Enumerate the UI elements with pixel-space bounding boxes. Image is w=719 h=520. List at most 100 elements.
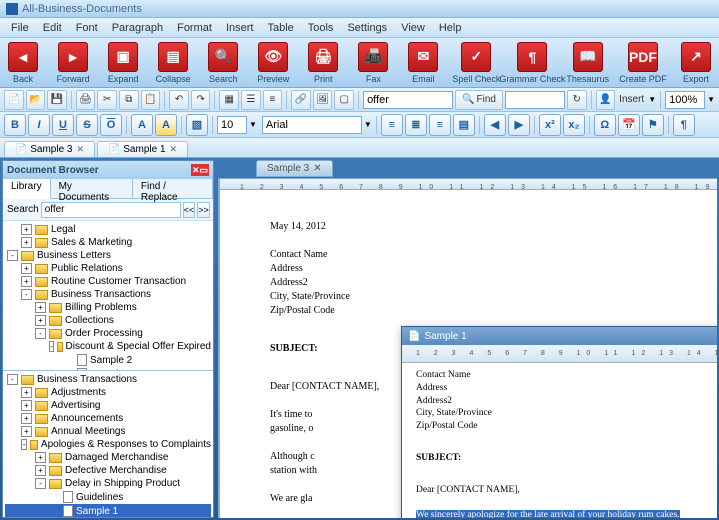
replace-input[interactable] <box>505 91 565 109</box>
fontsize-input[interactable] <box>217 116 247 134</box>
browser-tab-library[interactable]: Library <box>3 179 51 199</box>
menu-paragraph[interactable]: Paragraph <box>105 20 170 36</box>
tree-node[interactable]: +Billing Problems <box>5 301 211 314</box>
export-button[interactable]: ↗Export <box>677 42 715 84</box>
create-pdf-button[interactable]: PDFCreate PDF <box>621 42 665 84</box>
tree-node[interactable]: Sample 2 <box>5 353 211 367</box>
sample1-titlebar[interactable]: 📄 Sample 1 <box>402 327 717 345</box>
print-icon[interactable]: 🖨 <box>76 90 96 110</box>
tree-node[interactable]: +Collections <box>5 314 211 327</box>
bullets-icon[interactable]: ☰ <box>241 90 261 110</box>
menu-edit[interactable]: Edit <box>36 20 69 36</box>
tab-sample-1[interactable]: 📄 Sample 1 ✕ <box>97 141 188 157</box>
table-icon[interactable]: ▦ <box>219 90 239 110</box>
back-button[interactable]: ◄Back <box>4 42 42 84</box>
justify-button[interactable]: ▤ <box>453 114 475 136</box>
next-button[interactable]: >> <box>197 202 210 218</box>
fax-button[interactable]: 📠Fax <box>354 42 392 84</box>
toggle-icon[interactable]: - <box>49 341 54 352</box>
tree-node[interactable]: +Sales & Marketing <box>5 236 211 249</box>
toggle-icon[interactable]: + <box>35 465 46 476</box>
menu-file[interactable]: File <box>4 20 36 36</box>
zoom-dropdown-icon[interactable]: ▼ <box>707 95 715 104</box>
menu-font[interactable]: Font <box>69 20 105 36</box>
copy-icon[interactable]: ⧉ <box>119 90 139 110</box>
find-button[interactable]: 🔍Find <box>455 90 503 110</box>
tree-node[interactable]: +Defective Merchandise <box>5 464 211 477</box>
preview-button[interactable]: 👁Preview <box>254 42 292 84</box>
tree-node[interactable]: +Public Relations <box>5 262 211 275</box>
person-icon[interactable]: 👤 <box>596 90 616 110</box>
tree-node[interactable]: +Adjustments <box>5 386 211 399</box>
toggle-icon[interactable]: + <box>35 302 46 313</box>
browser-tab-my-documents[interactable]: My Documents <box>51 179 133 198</box>
anchor-button[interactable]: ⚑ <box>642 114 664 136</box>
sample1-page[interactable]: Contact NameAddressAddress2City, State/P… <box>402 363 717 518</box>
email-button[interactable]: ✉Email <box>404 42 442 84</box>
find-input[interactable] <box>363 91 453 109</box>
highlight-button[interactable]: A <box>155 114 177 136</box>
tree-node[interactable]: -Business Transactions <box>5 288 211 301</box>
tree-node[interactable]: Sample 1 <box>5 504 211 517</box>
tree-node[interactable]: +Announcements <box>5 412 211 425</box>
menu-format[interactable]: Format <box>170 20 219 36</box>
fontsize-dropdown-icon[interactable]: ▼ <box>249 120 257 129</box>
strike-button[interactable]: S <box>76 114 98 136</box>
bgcolor-button[interactable]: ▧ <box>186 114 208 136</box>
tree-node[interactable]: +Damaged Merchandise <box>5 451 211 464</box>
tree-node[interactable]: -Discount & Special Offer Expired <box>5 340 211 353</box>
tree-node[interactable]: Guidelines <box>5 490 211 504</box>
paste-icon[interactable]: 📋 <box>141 90 161 110</box>
tree-node[interactable]: +Legal <box>5 223 211 236</box>
tree-node[interactable]: -Apologies & Responses to Complaints <box>5 438 211 451</box>
tree-node[interactable]: -Delay in Shipping Product <box>5 477 211 490</box>
close-icon[interactable]: ✕ <box>76 144 84 155</box>
toggle-icon[interactable]: + <box>21 237 32 248</box>
alignright-button[interactable]: ≡ <box>429 114 451 136</box>
menu-tools[interactable]: Tools <box>301 20 341 36</box>
dropdown-icon[interactable]: ▼ <box>648 95 656 104</box>
replace-button[interactable]: ↻ <box>567 90 587 110</box>
paragraph-button[interactable]: ¶ <box>673 114 695 136</box>
browser-tab-find-replace[interactable]: Find / Replace <box>133 179 213 198</box>
object-icon[interactable]: ▢ <box>334 90 354 110</box>
tree-node[interactable]: -Business Transactions <box>5 373 211 386</box>
close-icon[interactable]: ✕ <box>313 163 321 174</box>
tree-node[interactable]: -Order Processing <box>5 327 211 340</box>
forward-button[interactable]: ►Forward <box>54 42 92 84</box>
spell-check-button[interactable]: ✓Spell Check <box>454 42 498 84</box>
link-icon[interactable]: 🔗 <box>291 90 311 110</box>
close-icon[interactable]: ✕ <box>170 144 178 155</box>
print-button[interactable]: 🖨Print <box>304 42 342 84</box>
toggle-icon[interactable]: + <box>21 400 32 411</box>
background-doc-tab[interactable]: Sample 3✕ <box>256 160 333 177</box>
toggle-icon[interactable]: + <box>35 452 46 463</box>
collapse-button[interactable]: ▤Collapse <box>154 42 192 84</box>
numbers-icon[interactable]: ≡ <box>263 90 283 110</box>
grammar-check-button[interactable]: ¶Grammar Check <box>510 42 554 84</box>
toggle-icon[interactable]: + <box>21 413 32 424</box>
thesaurus-button[interactable]: 📖Thesaurus <box>566 42 609 84</box>
toggle-icon[interactable]: + <box>21 426 32 437</box>
indentleft-button[interactable]: ◀ <box>484 114 506 136</box>
underline-button[interactable]: U <box>52 114 74 136</box>
toggle-icon[interactable]: - <box>7 250 18 261</box>
symbol-button[interactable]: Ω <box>594 114 616 136</box>
prev-button[interactable]: << <box>183 202 196 218</box>
browser-close-button[interactable]: ✕▭ <box>191 164 209 176</box>
tree-node[interactable]: +Annual Meetings <box>5 425 211 438</box>
cut-icon[interactable]: ✂ <box>97 90 117 110</box>
menu-table[interactable]: Table <box>260 20 300 36</box>
expand-button[interactable]: ▣Expand <box>104 42 142 84</box>
toggle-icon[interactable]: + <box>35 315 46 326</box>
redo-icon[interactable]: ↷ <box>191 90 211 110</box>
save-icon[interactable]: 💾 <box>47 90 67 110</box>
date-button[interactable]: 📅 <box>618 114 640 136</box>
superscript-button[interactable]: x² <box>539 114 561 136</box>
toggle-icon[interactable]: + <box>21 276 32 287</box>
toggle-icon[interactable]: - <box>7 374 18 385</box>
fontname-input[interactable] <box>262 116 362 134</box>
new-icon[interactable]: 📄 <box>4 90 24 110</box>
fontcolor-button[interactable]: A <box>131 114 153 136</box>
toggle-icon[interactable]: + <box>21 263 32 274</box>
